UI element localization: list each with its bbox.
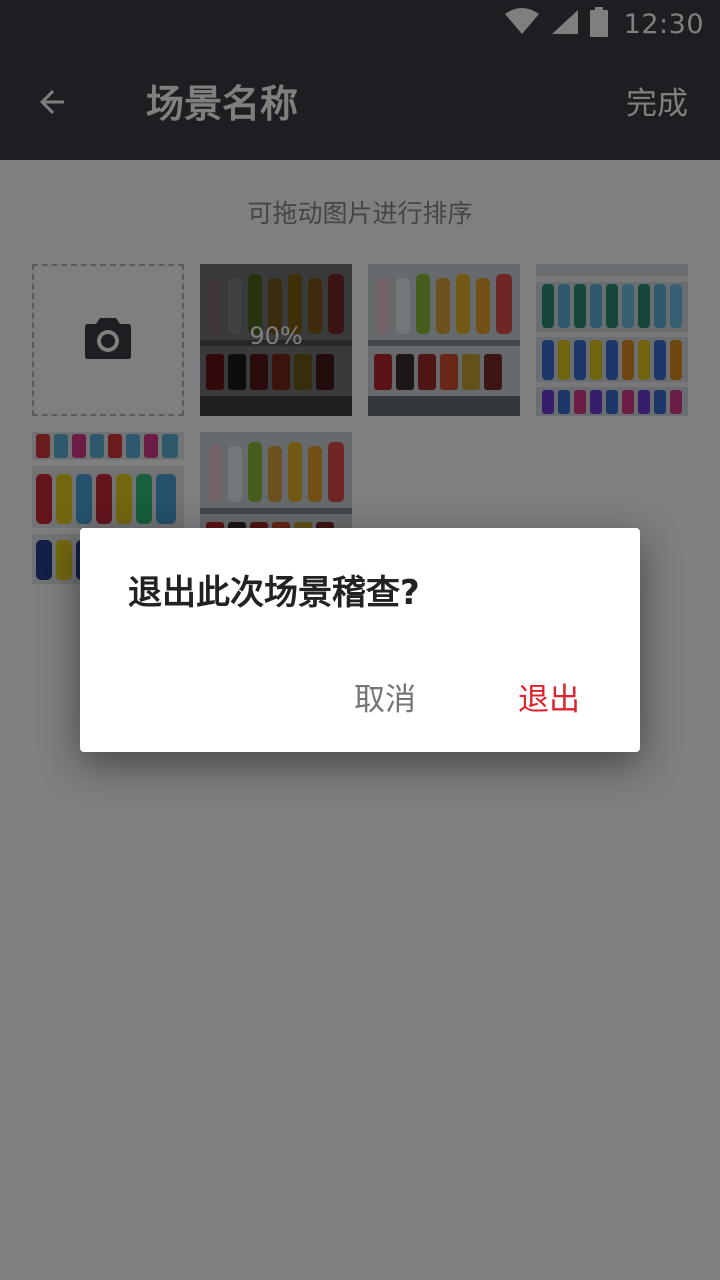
exit-confirm-dialog: 退出此次场景稽查? 取消 退出 bbox=[80, 528, 640, 752]
exit-button[interactable]: 退出 bbox=[514, 678, 584, 722]
cancel-button[interactable]: 取消 bbox=[350, 678, 420, 722]
dialog-title: 退出此次场景稽查? bbox=[128, 573, 420, 613]
